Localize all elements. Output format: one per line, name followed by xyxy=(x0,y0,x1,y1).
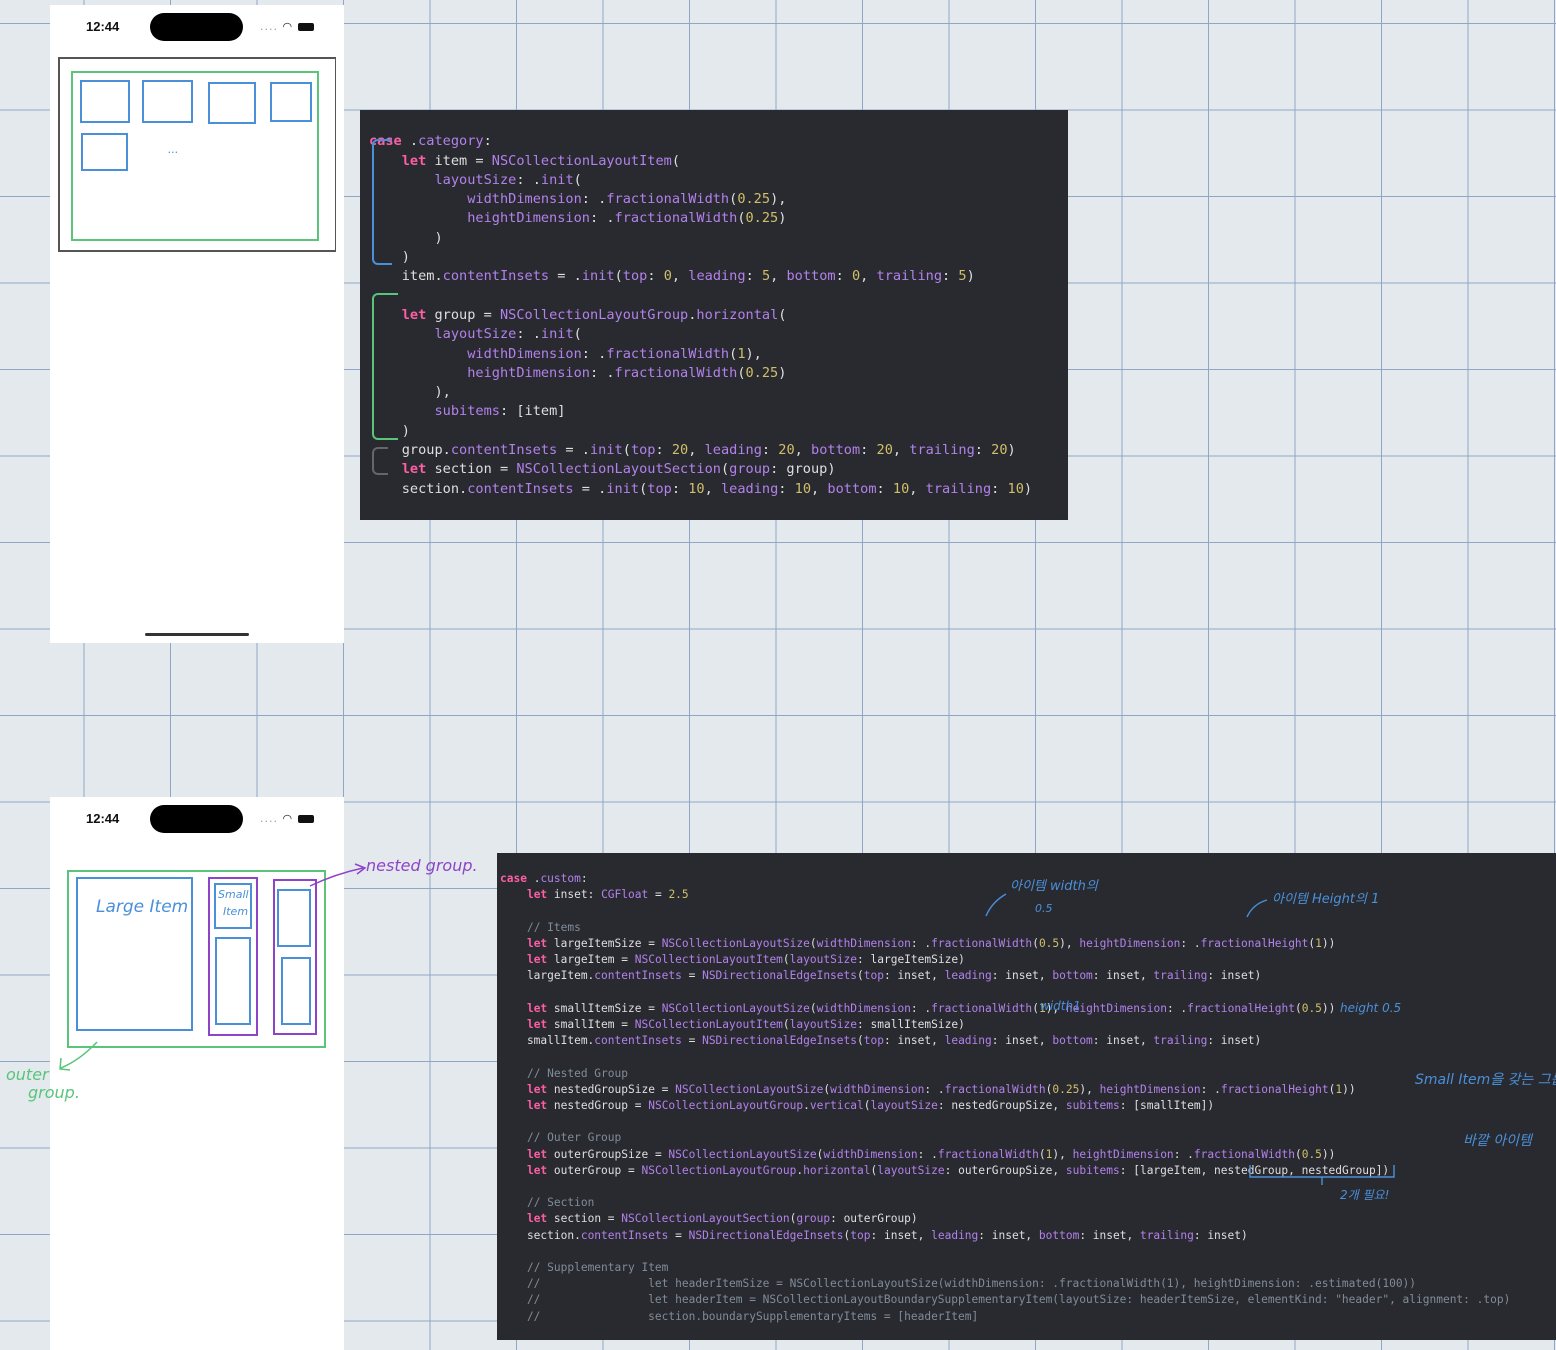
battery-icon xyxy=(297,23,314,31)
status-icons: .... ◠ xyxy=(260,20,314,33)
wifi-icon: ◠ xyxy=(282,20,294,33)
nested-group-note: nested group. xyxy=(366,856,478,875)
small-item-box xyxy=(277,889,311,947)
outer-group-note: group. xyxy=(28,1083,80,1102)
ellipsis-text: ... xyxy=(168,143,179,156)
item-box xyxy=(142,80,193,123)
item-box xyxy=(80,80,130,123)
status-time: 12:44 xyxy=(86,811,120,826)
item-box xyxy=(81,133,128,171)
outer-group-note: outer xyxy=(6,1065,49,1084)
small-item-box xyxy=(215,937,251,1025)
status-icons: .... ◠ xyxy=(260,812,314,825)
wifi-icon: ◠ xyxy=(282,812,294,825)
note-two-needed: 2개 필요! xyxy=(1340,1188,1390,1202)
note-item-height: 아이템 Height의 1 xyxy=(1272,892,1380,907)
nested-group-arrow xyxy=(309,863,367,887)
code-editor-custom: case .custom: let inset: CGFloat = 2.5 /… xyxy=(497,853,1556,1340)
home-indicator xyxy=(145,633,249,636)
note-width-one: width1 xyxy=(1040,999,1081,1013)
code-editor-category: case .category: let item = NSCollectionL… xyxy=(360,110,1068,520)
note-item-width-value: 0.5 xyxy=(1035,902,1053,915)
note-arrow xyxy=(1246,899,1268,918)
note-arrow xyxy=(985,893,1007,917)
note-small-item-group: Small Item을 갖는 그룹 xyxy=(1415,1072,1556,1088)
phone-screen-bottom: 12:44 .... ◠ Large Item Small Item xyxy=(50,797,344,1350)
note-height-half: height 0.5 xyxy=(1340,1001,1402,1015)
item-box xyxy=(208,82,256,124)
outer-group-arrow xyxy=(59,1041,98,1071)
dynamic-island xyxy=(150,13,243,41)
note-item-width: 아이템 width의 xyxy=(1010,879,1098,894)
large-item-label: Large Item xyxy=(96,897,189,917)
section-bracket xyxy=(372,447,388,475)
status-time: 12:44 xyxy=(86,19,120,34)
signal-icon: .... xyxy=(260,812,278,825)
item-bracket xyxy=(372,139,392,265)
item-box xyxy=(270,82,312,122)
small-item-box xyxy=(281,957,311,1025)
dynamic-island xyxy=(150,805,243,833)
small-item-label: Item xyxy=(223,905,249,918)
signal-icon: .... xyxy=(260,20,278,33)
group-bracket xyxy=(372,293,398,440)
phone-screen-top: 12:44 .... ◠ ... xyxy=(50,5,344,643)
battery-icon xyxy=(297,815,314,823)
note-outer-item: 바깥 아이템 xyxy=(1463,1133,1532,1149)
small-item-label: Small xyxy=(218,888,249,901)
